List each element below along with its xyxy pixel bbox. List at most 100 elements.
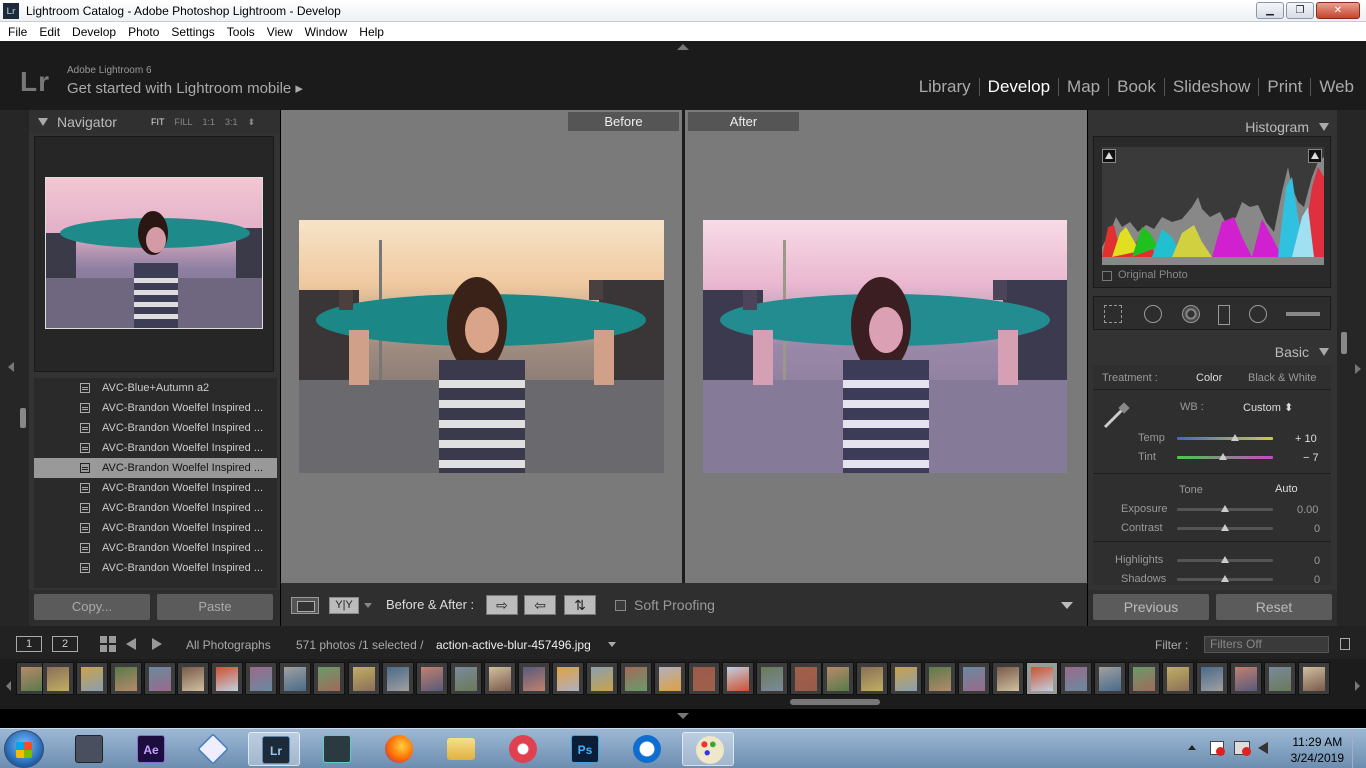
filmstrip-thumbnail[interactable]: [790, 662, 822, 695]
system-clock[interactable]: 11:29 AM 3/24/2019: [1291, 734, 1344, 766]
taskbar-lightroom[interactable]: Lr: [248, 732, 300, 766]
menu-file[interactable]: File: [2, 25, 33, 39]
treatment-color[interactable]: Color: [1196, 372, 1222, 384]
preset-item[interactable]: AVC-Brandon Woelfel Inspired ...: [34, 558, 277, 578]
preset-item[interactable]: AVC-Brandon Woelfel Inspired ...: [34, 538, 277, 558]
contrast-slider-thumb[interactable]: [1221, 524, 1229, 531]
highlight-clipping-icon[interactable]: [1308, 149, 1322, 163]
exposure-slider-thumb[interactable]: [1221, 505, 1229, 512]
module-print[interactable]: Print: [1259, 77, 1310, 97]
forward-arrow-icon[interactable]: [152, 638, 162, 650]
filmstrip-thumbnail[interactable]: [1196, 662, 1228, 695]
maximize-button[interactable]: ❐: [1286, 2, 1314, 19]
filmstrip-right-arrow-icon[interactable]: [1355, 681, 1360, 691]
filmstrip-thumbnail[interactable]: [110, 662, 142, 695]
filmstrip-thumbnail[interactable]: [450, 662, 482, 695]
secondary-window-button[interactable]: 2: [52, 636, 78, 652]
collapse-triangle-icon[interactable]: [38, 118, 48, 126]
module-book[interactable]: Book: [1109, 77, 1164, 97]
highlights-value[interactable]: 0: [1314, 555, 1320, 567]
filmstrip-thumbnail[interactable]: [313, 662, 345, 695]
filmstrip-thumbnail[interactable]: [924, 662, 956, 695]
previous-button[interactable]: Previous: [1093, 594, 1209, 620]
filmstrip-thumbnail[interactable]: [1128, 662, 1160, 695]
right-scrollbar[interactable]: [1341, 332, 1347, 354]
filmstrip-thumbnail[interactable]: [992, 662, 1024, 695]
before-after-view-button[interactable]: Y|Y: [329, 597, 359, 614]
filmstrip-thumbnail[interactable]: [586, 662, 618, 695]
filmstrip-thumbnail[interactable]: [518, 662, 550, 695]
filmstrip-thumbnail[interactable]: [416, 662, 448, 695]
soft-proofing-checkbox[interactable]: [615, 600, 626, 611]
taskbar-paint[interactable]: [682, 732, 734, 766]
original-photo-checkbox[interactable]: [1102, 271, 1112, 281]
graduated-filter-icon[interactable]: [1218, 305, 1230, 325]
menu-develop[interactable]: Develop: [66, 25, 122, 39]
filmstrip-thumbnail[interactable]: [279, 662, 311, 695]
filmstrip-thumbnail[interactable]: [245, 662, 277, 695]
histogram[interactable]: Original Photo: [1093, 136, 1331, 288]
filmstrip-thumbnail[interactable]: [211, 662, 243, 695]
navigator-header[interactable]: Navigator FIT FILL 1:1 3:1 ⬍: [29, 110, 280, 134]
filmstrip-thumbnail[interactable]: [620, 662, 652, 695]
preset-item-selected[interactable]: AVC-Brandon Woelfel Inspired ...: [34, 458, 277, 478]
volume-icon[interactable]: [1258, 742, 1268, 754]
copy-after-to-before-button[interactable]: ⇦: [524, 595, 556, 615]
copy-button[interactable]: Copy...: [34, 594, 150, 620]
wb-dropdown[interactable]: Custom ⬍: [1243, 401, 1293, 414]
filmstrip-thumbnail[interactable]: [1264, 662, 1296, 695]
menu-window[interactable]: Window: [299, 25, 354, 39]
filmstrip-thumbnail[interactable]: [348, 662, 380, 695]
module-library[interactable]: Library: [911, 77, 979, 97]
module-slideshow[interactable]: Slideshow: [1165, 77, 1259, 97]
show-desktop-button[interactable]: [1352, 729, 1366, 768]
filmstrip-thumbnail[interactable]: [1094, 662, 1126, 695]
minimize-button[interactable]: ▁: [1256, 2, 1284, 19]
adjustment-brush-icon[interactable]: [1286, 312, 1320, 316]
filmstrip-thumbnail[interactable]: [958, 662, 990, 695]
view-mode-dropdown-icon[interactable]: [364, 603, 372, 608]
menu-settings[interactable]: Settings: [165, 25, 220, 39]
filmstrip-thumbnail[interactable]: [654, 662, 686, 695]
filmstrip-thumbnail[interactable]: [822, 662, 854, 695]
menu-edit[interactable]: Edit: [33, 25, 66, 39]
zoom-fit[interactable]: FIT: [151, 117, 165, 128]
spot-removal-icon[interactable]: [1144, 305, 1162, 323]
temp-value[interactable]: + 10: [1295, 433, 1317, 445]
menu-tools[interactable]: Tools: [221, 25, 261, 39]
filmstrip-thumbnail[interactable]: [722, 662, 754, 695]
temp-slider-thumb[interactable]: [1230, 434, 1239, 441]
source-label[interactable]: All Photographs: [186, 638, 271, 652]
bottom-panel-toggle-icon[interactable]: [677, 713, 689, 719]
taskbar-file-explorer[interactable]: [434, 732, 486, 766]
menu-help[interactable]: Help: [353, 25, 390, 39]
network-icon[interactable]: [1234, 741, 1251, 756]
preset-item[interactable]: AVC-Blue+Autumn a2: [34, 378, 277, 398]
navigator-preview[interactable]: [34, 136, 274, 372]
close-button[interactable]: ✕: [1316, 2, 1360, 19]
zoom-fill[interactable]: FILL: [175, 117, 193, 128]
taskbar-photoshop[interactable]: Ps: [558, 732, 610, 766]
taskbar-film-maker[interactable]: [62, 732, 114, 766]
filter-switch-icon[interactable]: [1340, 638, 1350, 650]
module-map[interactable]: Map: [1059, 77, 1108, 97]
grid-view-icon[interactable]: [100, 636, 116, 652]
filmstrip-thumbnail[interactable]: [1060, 662, 1092, 695]
back-arrow-icon[interactable]: [126, 638, 136, 650]
action-center-icon[interactable]: [1210, 741, 1225, 756]
exposure-value[interactable]: 0.00: [1297, 504, 1318, 516]
start-button[interactable]: [4, 730, 44, 768]
module-develop[interactable]: Develop: [980, 77, 1058, 97]
temp-slider[interactable]: [1177, 437, 1273, 440]
before-photo[interactable]: [299, 220, 664, 473]
basic-header[interactable]: Basic: [1088, 339, 1337, 363]
filmstrip-thumbnail[interactable]: [484, 662, 516, 695]
preset-item[interactable]: AVC-Brandon Woelfel Inspired ...: [34, 398, 277, 418]
filmstrip[interactable]: [0, 659, 1366, 709]
preset-item[interactable]: AVC-Brandon Woelfel Inspired ...: [34, 518, 277, 538]
zoom-1-1[interactable]: 1:1: [203, 117, 216, 128]
filmstrip-thumbnail[interactable]: [1162, 662, 1194, 695]
left-scrollbar[interactable]: [20, 408, 26, 428]
top-panel-toggle-icon[interactable]: [677, 44, 689, 50]
filmstrip-thumbnail[interactable]: [1298, 662, 1330, 695]
